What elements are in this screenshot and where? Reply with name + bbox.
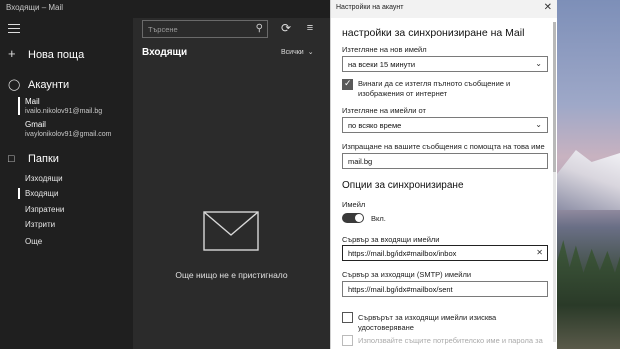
folder-item-deleted[interactable]: Изтрити <box>25 220 55 229</box>
same-credentials-label: Използвайте същите потребителско име и п… <box>358 336 543 345</box>
email-sync-toggle-label: Вкл. <box>371 214 386 223</box>
forest-image <box>557 240 620 349</box>
message-list-pane: ⚲ ⟳ ≡ Входящи Всички⌄ Още нищо не е прис… <box>133 18 330 349</box>
hamburger-icon[interactable] <box>8 24 20 34</box>
account-email: ivaylonikolov91@gmail.com <box>25 131 112 138</box>
send-name-label: Изпращане на вашите съобщения с помощта … <box>342 142 545 151</box>
same-credentials-checkbox[interactable] <box>342 335 353 346</box>
full-message-label: Винаги да се изтегля пълното съобщение и… <box>358 79 511 98</box>
settings-heading: настройки за синхронизиране на Mail <box>342 27 525 39</box>
account-name: Mail <box>25 97 40 106</box>
folder-item-more[interactable]: Още <box>25 237 42 246</box>
send-name-input[interactable]: mail.bg <box>342 153 548 169</box>
outgoing-server-input[interactable]: https://mail.bg/idx#mailbox/sent <box>342 281 548 297</box>
download-new-value: на всеки 15 минути <box>348 60 416 69</box>
window-title: Входящи – Mail <box>6 3 64 12</box>
email-sync-toggle[interactable] <box>342 213 364 223</box>
title-bar: Входящи – Mail <box>0 0 330 18</box>
filter-icon[interactable]: ≡ <box>303 21 317 35</box>
chevron-down-icon: ⌄ <box>535 120 542 129</box>
folders-label: Папки <box>28 153 59 165</box>
account-settings-panel: Настройки на акаунт ✕ настройки за синхр… <box>330 0 558 349</box>
sync-icon[interactable]: ⟳ <box>279 21 293 35</box>
incoming-server-label: Сървър за входящи имейли <box>342 235 440 244</box>
download-new-select[interactable]: на всеки 15 минути ⌄ <box>342 56 548 72</box>
desktop-background <box>557 0 620 349</box>
search-icon[interactable]: ⚲ <box>256 23 263 34</box>
download-from-label: Изтегляне на имейли от <box>342 106 426 115</box>
folder-title: Входящи <box>142 47 188 58</box>
empty-inbox-message: Още нищо не е пристигнало <box>175 270 288 280</box>
settings-title-bar: Настройки на акаунт ✕ <box>331 0 558 18</box>
folder-item-inbox[interactable]: Входящи <box>25 189 58 198</box>
account-name: Gmail <box>25 120 46 129</box>
outgoing-server-label: Сървър за изходящи (SMTP) имейли <box>342 270 472 279</box>
envelope-icon <box>203 211 259 251</box>
mountain-image <box>557 150 620 210</box>
outgoing-server-value: https://mail.bg/idx#mailbox/sent <box>348 285 453 294</box>
smtp-auth-label: Сървърът за изходящи имейли изисква удос… <box>358 313 497 332</box>
account-item-gmail[interactable]: Gmail ivaylonikolov91@gmail.com <box>25 120 111 140</box>
full-message-checkbox[interactable] <box>342 78 353 90</box>
download-new-label: Изтегляне на нов имейл <box>342 45 427 54</box>
close-icon[interactable]: ✕ <box>544 2 552 13</box>
selected-folder-indicator <box>18 188 20 199</box>
account-email: ivailo.nikolov91@mail.bg <box>25 108 103 115</box>
folder-item-outbox[interactable]: Изходящи <box>25 174 63 183</box>
chevron-down-icon: ⌄ <box>307 49 314 56</box>
download-from-value: по всяко време <box>348 121 402 130</box>
folders-heading[interactable]: □ Папки <box>8 153 59 165</box>
search-box[interactable]: ⚲ <box>142 20 268 38</box>
send-name-value: mail.bg <box>348 157 373 166</box>
account-item-mail[interactable]: Mail ivailo.nikolov91@mail.bg <box>25 97 102 117</box>
selected-account-indicator <box>18 97 20 115</box>
plus-icon: + <box>8 46 16 61</box>
filter-value: Всички <box>281 49 304 56</box>
accounts-label: Акаунти <box>28 79 70 91</box>
email-sync-label: Имейл <box>342 200 366 209</box>
download-from-select[interactable]: по всяко време ⌄ <box>342 117 548 133</box>
new-mail-button[interactable]: + Нова поща <box>8 46 84 61</box>
sidebar: + Нова поща ◯ Акаунти Mail ivailo.nikolov9… <box>0 18 133 349</box>
settings-scrollbar[interactable] <box>553 22 556 342</box>
clear-icon[interactable]: ✕ <box>536 248 543 257</box>
chevron-down-icon: ⌄ <box>535 59 542 68</box>
accounts-heading[interactable]: ◯ Акаунти <box>8 78 69 91</box>
folder-item-sent[interactable]: Изпратени <box>25 205 64 214</box>
folder-icon: □ <box>8 153 15 165</box>
search-input[interactable] <box>148 24 248 35</box>
incoming-server-input[interactable]: https://mail.bg/idx#mailbox/inbox ✕ <box>342 245 548 261</box>
settings-window-title: Настройки на акаунт <box>336 4 404 11</box>
smtp-auth-checkbox[interactable] <box>342 312 353 323</box>
incoming-server-value: https://mail.bg/idx#mailbox/inbox <box>348 249 457 258</box>
sync-options-heading: Опции за синхронизиране <box>342 180 464 191</box>
person-icon: ◯ <box>8 79 21 91</box>
new-mail-label: Нова поща <box>28 49 85 61</box>
filter-dropdown[interactable]: Всички ⌄ <box>281 48 314 56</box>
